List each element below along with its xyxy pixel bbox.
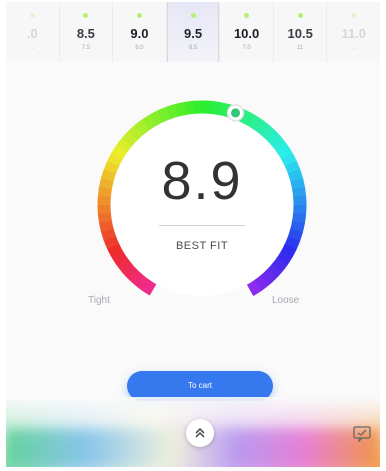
ring-segment: [121, 263, 138, 279]
size-option[interactable]: 8.5 7.5: [60, 2, 114, 62]
fit-score: 8.9: [161, 151, 243, 211]
ring-segment: [134, 118, 151, 135]
dot-icon: [351, 13, 357, 18]
ring-segment: [254, 119, 271, 136]
ring-segment: [246, 279, 262, 297]
size-sub: 7.0: [242, 45, 251, 51]
size-option[interactable]: 10.5 11: [274, 2, 328, 62]
ring-segment: [287, 228, 303, 242]
ring-segment: [127, 268, 144, 286]
ring-segment: [290, 220, 305, 234]
ring-segment: [98, 219, 114, 233]
size-sub: 11: [297, 45, 304, 51]
size-selector: .0 ... 8.5 7.5 9.0 8.0 9.5 8.5 10.0 7.0 …: [6, 2, 380, 62]
ring-segment: [174, 101, 188, 117]
size-sub: 8.0: [135, 45, 144, 51]
ring-segment: [149, 109, 165, 126]
chevron-double-up-icon: [195, 427, 205, 438]
size-value: 8.5: [76, 26, 95, 41]
size-value: 10.5: [287, 26, 313, 41]
ring-segment: [157, 106, 172, 123]
ring-segment: [209, 100, 222, 116]
size-option[interactable]: 9.0 8.0: [113, 2, 167, 62]
size-value: 10.0: [233, 26, 260, 41]
ring-segment: [100, 227, 117, 241]
ring-segment: [97, 211, 112, 224]
size-option[interactable]: 10.0 7.0: [220, 2, 274, 62]
dot-icon: [244, 13, 250, 18]
ring-segment: [183, 100, 196, 115]
ring-segment: [247, 114, 263, 131]
ring-segment: [265, 263, 283, 280]
ring-segment: [266, 131, 283, 147]
ring-segment: [133, 274, 150, 291]
divider: [159, 225, 245, 226]
ring-segment: [253, 275, 270, 292]
dot-icon: [297, 13, 303, 18]
tight-label: Tight: [88, 295, 110, 306]
size-value: 9.0: [130, 26, 149, 41]
loose-label: Loose: [272, 295, 300, 306]
ring-segment: [271, 257, 288, 274]
ring-segment: [115, 256, 132, 273]
size-sub: ...: [351, 45, 357, 51]
ring-segment: [260, 124, 277, 142]
size-option[interactable]: .0 ...: [6, 2, 60, 62]
feedback-button[interactable]: [352, 425, 372, 443]
size-sub: 7.5: [81, 45, 91, 51]
expand-button[interactable]: [186, 419, 214, 447]
dot-icon: [136, 13, 142, 18]
size-sub: 8.5: [188, 45, 198, 51]
fit-slider-knob-dot: [231, 108, 241, 118]
size-option[interactable]: 11.0 ...: [327, 2, 380, 62]
size-value: .0: [26, 26, 38, 41]
dot-icon: [29, 13, 35, 18]
fit-label: BEST FIT: [175, 240, 229, 252]
ring-segment: [276, 250, 293, 266]
ring-segment: [142, 113, 158, 131]
ring-segment: [260, 269, 276, 286]
fit-panel: .0 ... 8.5 7.5 9.0 8.0 9.5 8.5 10.0 7.0 …: [6, 2, 380, 467]
size-value: 11.0: [341, 26, 367, 41]
ring-segment: [240, 110, 256, 127]
ring-segment: [116, 136, 133, 153]
ring-segment: [121, 130, 139, 147]
dot-icon: [83, 13, 89, 18]
feedback-icon: [353, 426, 371, 443]
ring-segment: [166, 103, 180, 120]
size-option-selected[interactable]: 9.5 8.5: [166, 2, 221, 62]
ring-segment: [291, 212, 307, 225]
size-sub: ...: [29, 45, 35, 51]
size-value: 9.5: [183, 26, 203, 41]
dot-icon: [190, 13, 196, 18]
ring-segment: [141, 279, 157, 296]
ring-segment: [128, 124, 144, 141]
ring-segment: [110, 249, 128, 265]
fit-gauge: 8.9 BEST FIT: [87, 90, 317, 320]
ring-segment: [217, 102, 231, 117]
ring-segment: [272, 137, 289, 154]
